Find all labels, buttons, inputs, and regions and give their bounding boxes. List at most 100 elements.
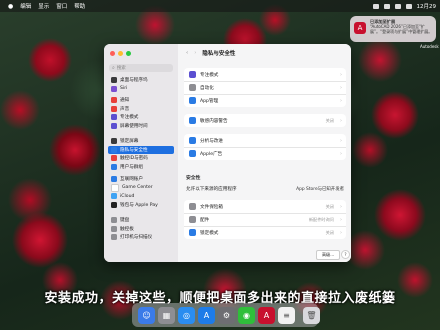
forward-button[interactable]: › bbox=[194, 50, 196, 56]
chevron-right-icon: › bbox=[340, 229, 342, 236]
sidebar-item-label: Game Center bbox=[122, 185, 153, 191]
permissions-card: 专注模式 › 自动化 › App管理 › bbox=[184, 68, 346, 107]
card1-row-1[interactable]: 自动化 › bbox=[184, 81, 346, 95]
card4-row-icon bbox=[189, 203, 196, 210]
card4-row-icon bbox=[189, 216, 196, 223]
card1-row-label: App管理 bbox=[200, 98, 219, 104]
settings-sidebar: ⌕ 搜索 桌面与程序坞 Siri 通知 声音 专注模式 屏幕使用时间 锁定屏幕 隐私与安全性触… bbox=[104, 44, 178, 262]
sidebar-item-8[interactable]: 触控ID与密码 bbox=[108, 154, 174, 163]
sidebar-item-icon bbox=[111, 77, 117, 84]
card3-row-icon bbox=[189, 150, 196, 157]
security-card: 文件保险箱 关闭 › 配件 新配件时询问 › 锁定模式 关闭 › bbox=[184, 200, 346, 239]
sidebar-item-label: 触控ID与密码 bbox=[120, 156, 148, 162]
sidebar-item-icon bbox=[111, 114, 117, 121]
close-button[interactable] bbox=[110, 51, 115, 56]
sidebar-item-4[interactable]: 专注模式 bbox=[108, 113, 174, 122]
menu-view[interactable]: 显示 bbox=[38, 2, 49, 10]
back-button[interactable]: ‹ bbox=[186, 50, 188, 56]
allow-apps-popup[interactable]: App Store与已知开发者 bbox=[296, 186, 344, 192]
sidebar-item-15[interactable]: 触控板 bbox=[108, 225, 174, 234]
sidebar-item-label: 用户与群组 bbox=[120, 164, 143, 170]
sidebar-item-12[interactable]: iCloud bbox=[108, 192, 174, 201]
dock: ☺ ▦ ◎ A ⚙ ◉ A ≡ 🗑 bbox=[132, 303, 320, 327]
chevron-right-icon: › bbox=[340, 71, 342, 78]
sidebar-item-9[interactable]: 用户与群组 bbox=[108, 163, 174, 172]
system-settings-window: ⌕ 搜索 桌面与程序坞 Siri 通知 声音 专注模式 屏幕使用时间 锁定屏幕 隐私与安全性触… bbox=[104, 44, 351, 262]
card2-row-icon bbox=[189, 117, 196, 124]
card4-row-1[interactable]: 配件 新配件时询问 › bbox=[184, 213, 346, 227]
sidebar-item-5[interactable]: 屏幕使用时间 bbox=[108, 122, 174, 131]
sidebar-item-1[interactable]: Siri bbox=[108, 85, 174, 94]
sidebar-item-label: 专注模式 bbox=[120, 115, 139, 121]
sidebar-item-icon bbox=[111, 201, 117, 208]
sidebar-item-icon bbox=[111, 217, 117, 224]
sidebar-item-label: 键盘 bbox=[120, 218, 130, 224]
security-heading: 安全性 bbox=[186, 176, 201, 181]
allow-apps-label: 允许以下来源的应用程序 bbox=[186, 187, 237, 192]
sidebar-item-6[interactable]: 锁定屏幕 bbox=[108, 137, 174, 146]
card4-row-2[interactable]: 锁定模式 关闭 › bbox=[184, 226, 346, 239]
card3-row-0[interactable]: 分析与改进 › bbox=[184, 134, 346, 148]
sidebar-item-label: 桌面与程序坞 bbox=[120, 78, 148, 84]
notification-body: “AutoCAD 2026”已添加至“扩展”。“登录项与扩展”中管理扩展。 bbox=[370, 24, 433, 34]
search-icon[interactable] bbox=[394, 3, 401, 9]
sidebar-item-13[interactable]: 钱包与 Apple Pay bbox=[108, 201, 174, 210]
launchpad-icon[interactable]: ▦ bbox=[158, 306, 175, 324]
sidebar-item-16[interactable]: 打印机与扫描仪 bbox=[108, 233, 174, 242]
settings-icon[interactable]: ⚙ bbox=[218, 306, 235, 324]
card3-row-1[interactable]: Apple广告 › bbox=[184, 147, 346, 160]
menu-edit[interactable]: 编辑 bbox=[20, 2, 31, 10]
card4-row-icon bbox=[189, 229, 196, 236]
battery-icon[interactable] bbox=[383, 3, 390, 9]
card1-row-2[interactable]: App管理 › bbox=[184, 94, 346, 107]
menu-window[interactable]: 窗口 bbox=[56, 2, 67, 10]
sensitive-content-card: 敏感内容警告 关闭 › bbox=[184, 114, 346, 127]
card2-row-label: 敏感内容警告 bbox=[200, 118, 228, 124]
card1-row-icon bbox=[189, 84, 196, 91]
chevron-right-icon: › bbox=[340, 150, 342, 157]
sidebar-item-0[interactable]: 桌面与程序坞 bbox=[108, 76, 174, 85]
sidebar-item-2[interactable]: 通知 bbox=[108, 96, 174, 105]
finder-icon[interactable]: ☺ bbox=[138, 306, 155, 324]
window-controls bbox=[110, 51, 131, 56]
sidebar-item-icon bbox=[111, 155, 117, 162]
app-store-icon[interactable]: A bbox=[198, 306, 215, 324]
settings-content: ‹ › 隐私与安全性 专注模式 › 自动化 › App管理 › 敏感内容警告 关闭 › 分析与… bbox=[178, 44, 351, 262]
notes-icon[interactable]: ≡ bbox=[278, 306, 295, 324]
notification-banner[interactable]: A 已添加至扩展 “AutoCAD 2026”已添加至“扩展”。“登录项与扩展”… bbox=[350, 16, 436, 42]
apple-menu-icon[interactable]: ● bbox=[8, 3, 13, 10]
sidebar-item-icon bbox=[111, 138, 117, 145]
sidebar-item-icon bbox=[111, 193, 117, 200]
sidebar-item-label: 锁定屏幕 bbox=[120, 139, 139, 145]
sidebar-item-icon bbox=[111, 97, 117, 104]
advanced-button[interactable]: 高级... bbox=[316, 250, 340, 260]
sidebar-item-10[interactable]: 互联网账户 bbox=[108, 175, 174, 184]
safari-icon[interactable]: ◎ bbox=[178, 306, 195, 324]
card4-row-0[interactable]: 文件保险箱 关闭 › bbox=[184, 200, 346, 214]
zoom-button[interactable] bbox=[126, 51, 131, 56]
sidebar-item-11[interactable]: Game Center bbox=[108, 183, 174, 193]
card1-row-label: 自动化 bbox=[200, 85, 214, 91]
wifi-icon[interactable] bbox=[372, 3, 379, 9]
sidebar-search-input[interactable]: ⌕ 搜索 bbox=[109, 64, 173, 72]
wechat-icon[interactable]: ◉ bbox=[238, 306, 255, 324]
notification-app-label: Autodesk bbox=[420, 44, 439, 49]
control-center-icon[interactable] bbox=[405, 3, 412, 9]
sidebar-item-3[interactable]: 声音 bbox=[108, 105, 174, 114]
menu-help[interactable]: 帮助 bbox=[74, 2, 85, 10]
help-button[interactable]: ? bbox=[341, 250, 350, 259]
sidebar-item-label: iCloud bbox=[120, 193, 135, 199]
card1-row-0[interactable]: 专注模式 › bbox=[184, 68, 346, 82]
minimize-button[interactable] bbox=[118, 51, 123, 56]
sidebar-item-7[interactable]: 隐私与安全性 bbox=[108, 145, 174, 154]
menubar-clock[interactable]: 12月29 bbox=[417, 2, 437, 10]
sidebar-item-label: 隐私与安全性 bbox=[120, 147, 148, 153]
autocad-icon[interactable]: A bbox=[258, 306, 275, 324]
sidebar-item-label: 钱包与 Apple Pay bbox=[120, 202, 158, 208]
trash-icon[interactable]: 🗑 bbox=[303, 306, 320, 324]
sidebar-item-14[interactable]: 键盘 bbox=[108, 216, 174, 225]
sidebar-item-icon bbox=[111, 122, 117, 129]
card2-row-0[interactable]: 敏感内容警告 关闭 › bbox=[184, 114, 346, 127]
allow-apps-row[interactable]: 允许以下来源的应用程序 App Store与已知开发者 bbox=[186, 183, 346, 195]
card1-row-icon bbox=[189, 97, 196, 104]
